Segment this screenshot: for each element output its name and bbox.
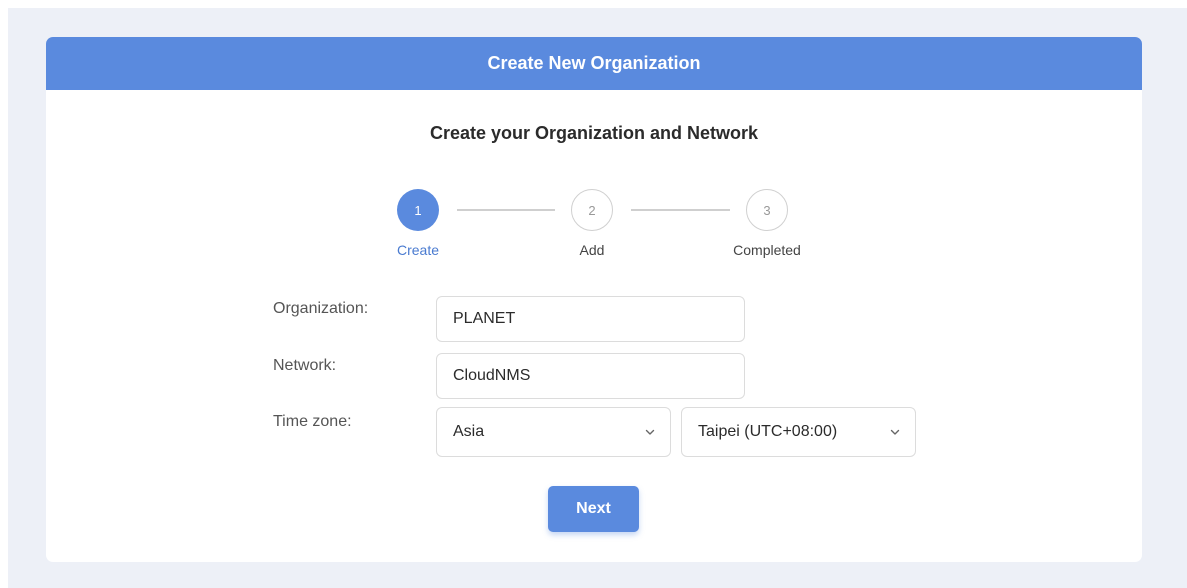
step-1-circle: 1: [397, 189, 439, 231]
step-3-circle: 3: [746, 189, 788, 231]
organization-label: Organization:: [273, 300, 369, 317]
next-button[interactable]: Next: [548, 486, 639, 532]
create-organization-card: Create New Organization Create your Orga…: [46, 37, 1142, 562]
network-label: Network:: [273, 357, 337, 374]
chevron-down-icon: [890, 429, 900, 435]
step-2-number: 2: [588, 202, 596, 218]
card-title: Create New Organization: [487, 53, 701, 73]
step-connector-1: [457, 209, 555, 211]
step-1-number: 1: [414, 202, 422, 218]
step-connector-2: [631, 209, 730, 211]
step-2-label: Add: [579, 242, 605, 258]
timezone-city-value: Taipei (UTC+08:00): [698, 423, 838, 440]
step-3-number: 3: [763, 202, 771, 218]
network-input[interactable]: [436, 353, 745, 399]
chevron-down-icon: [645, 429, 655, 435]
page-subtitle: Create your Organization and Network: [429, 123, 759, 143]
timezone-region-select[interactable]: Asia: [436, 407, 671, 457]
timezone-city-select[interactable]: Taipei (UTC+08:00): [681, 407, 916, 457]
timezone-label: Time zone:: [273, 413, 352, 430]
card-header: Create New Organization: [46, 37, 1142, 90]
timezone-region-value: Asia: [453, 423, 485, 440]
step-3-label: Completed: [733, 242, 801, 258]
organization-input[interactable]: [436, 296, 745, 342]
step-2-circle: 2: [571, 189, 613, 231]
step-1-label: Create: [396, 242, 440, 258]
